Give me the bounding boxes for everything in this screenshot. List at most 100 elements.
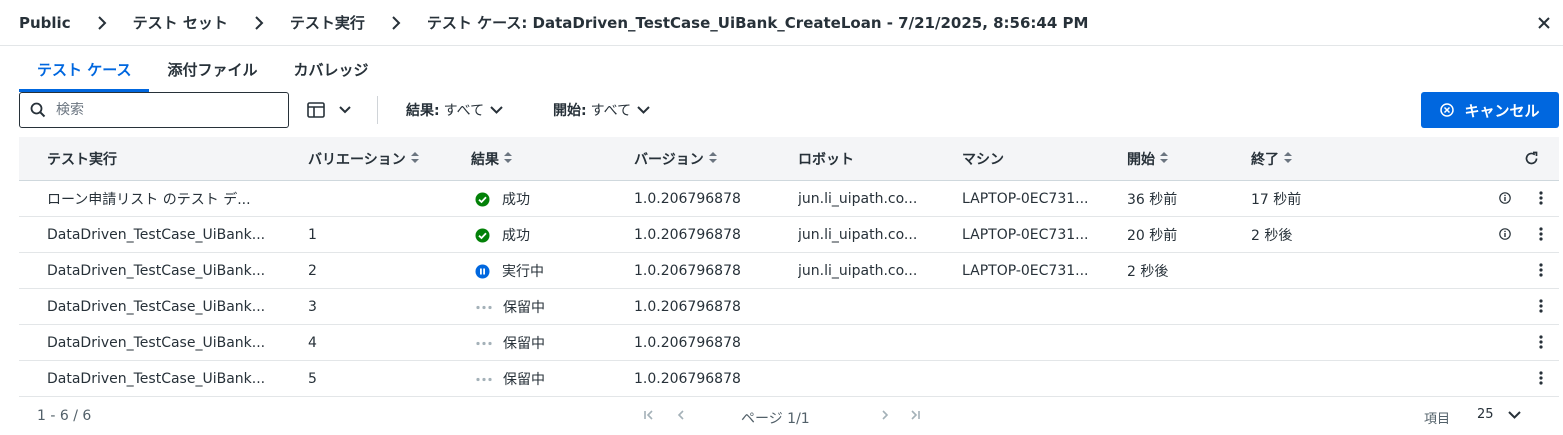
- breadcrumb: Public テスト セット テスト実行 テスト ケース: DataDriven…: [0, 0, 1563, 46]
- table-row[interactable]: DataDriven_TestCase_UiBank... 2 実行中 1.0.206…: [19, 253, 1559, 289]
- refresh-button[interactable]: [1524, 151, 1539, 170]
- cell-version: 1.0.206796878: [634, 217, 794, 253]
- cell-machine: [962, 289, 1122, 325]
- cell-result-text: 保留中: [503, 300, 545, 316]
- success-check-icon: [475, 228, 490, 243]
- search-box: [19, 92, 289, 128]
- result-filter[interactable]: 結果: すべて: [406, 92, 503, 128]
- breadcrumb-item-test-set[interactable]: テスト セット: [133, 12, 228, 33]
- cell-end: [1251, 325, 1371, 361]
- chevron-right-icon: [97, 15, 107, 30]
- table-row[interactable]: DataDriven_TestCase_UiBank... 5 保留中 1.0.206…: [19, 361, 1559, 397]
- tab-bar: テスト ケース 添付ファイル カバレッジ: [19, 46, 387, 92]
- more-options-icon[interactable]: [1539, 371, 1543, 389]
- sort-icon: [1284, 151, 1292, 167]
- column-header-result[interactable]: 結果: [471, 137, 512, 181]
- cell-machine: LAPTOP-0EC731...: [962, 181, 1122, 217]
- table-row[interactable]: DataDriven_TestCase_UiBank... 3 保留中 1.0.206…: [19, 289, 1559, 325]
- pending-dots-icon: [475, 372, 493, 387]
- close-icon: [1538, 17, 1550, 29]
- info-icon[interactable]: [1499, 192, 1511, 208]
- cell-test-run: DataDriven_TestCase_UiBank...: [47, 217, 297, 253]
- chevron-right-icon: [882, 410, 889, 420]
- page-size-select[interactable]: 25: [1477, 407, 1521, 422]
- cell-version-text: 1.0.206796878: [634, 263, 741, 279]
- page-size-value: 25: [1477, 407, 1494, 422]
- more-options-icon[interactable]: [1539, 227, 1543, 245]
- cell-end: [1251, 361, 1371, 397]
- cell-result-text: 保留中: [503, 336, 545, 352]
- columns-icon: [307, 102, 325, 118]
- breadcrumb-item-public[interactable]: Public: [19, 14, 71, 32]
- column-header-label: 開始: [1127, 152, 1155, 168]
- running-pause-icon: [475, 264, 490, 279]
- chevron-down-icon: [490, 106, 503, 114]
- first-page-button[interactable]: [643, 409, 655, 425]
- cell-variation: [308, 181, 458, 217]
- cell-robot: jun.li_uipath.co...: [798, 217, 958, 253]
- cell-version: 1.0.206796878: [634, 181, 794, 217]
- cell-robot: jun.li_uipath.co...: [798, 181, 958, 217]
- column-header-test-run[interactable]: テスト実行: [47, 137, 117, 181]
- cancel-button-label: キャンセル: [1464, 101, 1540, 120]
- chevron-down-icon: [339, 106, 351, 114]
- tab-test-cases[interactable]: テスト ケース: [19, 46, 150, 92]
- next-page-button[interactable]: [879, 409, 891, 425]
- more-options-icon[interactable]: [1539, 191, 1543, 209]
- cell-robot-text: jun.li_uipath.co...: [798, 263, 918, 279]
- test-case-table: テスト実行 バリエーション 結果 バージョン ロボット マシン 開始 終了 ロー…: [19, 137, 1559, 397]
- column-picker-button[interactable]: [307, 92, 351, 128]
- table-row[interactable]: DataDriven_TestCase_UiBank... 1 成功 1.0.2067…: [19, 217, 1559, 253]
- cell-robot: [798, 361, 958, 397]
- first-page-icon: [644, 410, 653, 420]
- cell-test-run-text: DataDriven_TestCase_UiBank...: [47, 263, 266, 279]
- cell-test-run-text: DataDriven_TestCase_UiBank...: [47, 335, 266, 351]
- cell-variation: 3: [308, 289, 458, 325]
- close-button[interactable]: [1533, 12, 1555, 34]
- table-row[interactable]: DataDriven_TestCase_UiBank... 4 保留中 1.0.206…: [19, 325, 1559, 361]
- previous-page-button[interactable]: [675, 409, 687, 425]
- info-icon[interactable]: [1499, 228, 1511, 244]
- column-header-robot[interactable]: ロボット: [798, 137, 854, 181]
- more-options-icon[interactable]: [1539, 299, 1543, 317]
- cell-start: [1127, 361, 1247, 397]
- breadcrumb-item-test-run[interactable]: テスト実行: [290, 12, 365, 33]
- column-header-end[interactable]: 終了: [1251, 137, 1292, 181]
- last-page-icon: [911, 410, 920, 420]
- column-header-machine[interactable]: マシン: [962, 137, 1004, 181]
- cell-variation: 4: [308, 325, 458, 361]
- cell-end: [1251, 289, 1371, 325]
- page-title: テスト ケース: DataDriven_TestCase_UiBank_Crea…: [426, 14, 1089, 32]
- column-header-label: テスト実行: [47, 152, 117, 168]
- cell-version-text: 1.0.206796878: [634, 227, 741, 243]
- column-header-label: 結果: [471, 152, 499, 168]
- more-options-icon[interactable]: [1539, 335, 1543, 353]
- items-per-page-label: 項目: [1424, 412, 1451, 427]
- search-icon: [30, 102, 46, 118]
- tab-coverage[interactable]: カバレッジ: [276, 46, 387, 92]
- start-filter[interactable]: 開始: すべて: [553, 92, 650, 128]
- tab-attachments[interactable]: 添付ファイル: [149, 46, 275, 92]
- more-options-icon[interactable]: [1539, 263, 1543, 281]
- cell-result: 保留中: [475, 289, 625, 325]
- last-page-button[interactable]: [909, 409, 921, 425]
- cell-result: 成功: [475, 217, 625, 253]
- chevron-left-icon: [677, 410, 684, 420]
- table-header: テスト実行 バリエーション 結果 バージョン ロボット マシン 開始 終了: [19, 137, 1559, 181]
- toolbar: 結果: すべて 開始: すべて キャンセル: [19, 92, 1559, 128]
- column-header-variation[interactable]: バリエーション: [308, 137, 419, 181]
- cell-test-run: DataDriven_TestCase_UiBank...: [47, 325, 297, 361]
- cell-machine: LAPTOP-0EC731...: [962, 217, 1122, 253]
- cell-variation-text: 2: [308, 263, 317, 279]
- search-input[interactable]: [56, 102, 276, 118]
- table-row[interactable]: ローン申請リスト のテスト デ... 成功 1.0.206796878 jun.li_…: [19, 181, 1559, 217]
- cell-variation-text: 3: [308, 299, 317, 315]
- cell-machine-text: LAPTOP-0EC731...: [962, 227, 1089, 243]
- cell-robot-text: jun.li_uipath.co...: [798, 191, 918, 207]
- cell-test-run-text: DataDriven_TestCase_UiBank...: [47, 371, 266, 387]
- column-header-start[interactable]: 開始: [1127, 137, 1168, 181]
- column-header-version[interactable]: バージョン: [634, 137, 717, 181]
- row-range: 1 - 6 / 6: [37, 408, 92, 424]
- cancel-button[interactable]: キャンセル: [1421, 92, 1559, 128]
- cell-start-text: 20 秒前: [1127, 228, 1178, 244]
